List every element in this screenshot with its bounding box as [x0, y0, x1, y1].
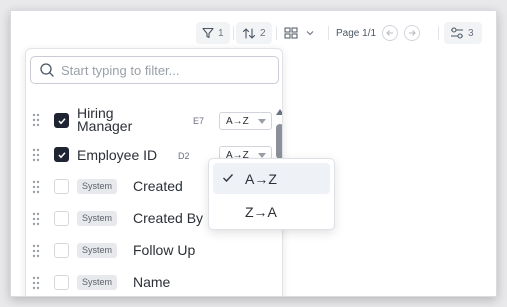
drag-handle-icon[interactable]	[32, 276, 40, 290]
filter-button[interactable]: 1	[196, 22, 230, 44]
drag-handle-icon[interactable]	[32, 180, 40, 194]
filter-count: 1	[218, 27, 224, 39]
sort-direction-value: A→Z	[226, 115, 249, 127]
drag-handle-icon[interactable]	[32, 113, 40, 127]
row-checkbox[interactable]	[54, 243, 69, 258]
chevron-down-icon	[306, 31, 314, 36]
sort-button[interactable]: 2	[236, 22, 272, 44]
filter-icon	[202, 27, 214, 39]
sliders-icon	[451, 27, 463, 39]
check-icon	[223, 174, 233, 182]
sort-icon	[242, 27, 256, 39]
divider	[276, 26, 277, 40]
column-code: E7	[193, 116, 205, 126]
scrollbar-thumb[interactable]	[276, 124, 282, 159]
divider	[438, 26, 439, 40]
grid-icon	[284, 27, 298, 39]
row-checkbox[interactable]	[54, 275, 69, 290]
scroll-up-icon[interactable]	[276, 109, 282, 115]
previous-page-button[interactable]	[382, 25, 399, 41]
row-checkbox[interactable]	[54, 179, 69, 194]
sort-row: Hiring Manager E7 A→Z	[26, 105, 272, 136]
row-checkbox[interactable]	[54, 113, 69, 128]
columns-count: 3	[468, 27, 474, 39]
column-code: D2	[178, 151, 190, 161]
row-label: Created	[133, 178, 183, 194]
sort-direction-menu: A→Z Z→A	[208, 158, 335, 230]
next-page-button[interactable]	[404, 25, 421, 41]
toolbar: 1 2 Page 1/1 3	[196, 22, 496, 44]
caret-down-icon	[258, 119, 266, 124]
check-icon	[57, 151, 66, 158]
sort-row: System Name	[26, 270, 266, 296]
pagination: Page 1/1	[336, 22, 436, 44]
menu-option-ascending[interactable]: A→Z	[213, 163, 330, 194]
row-label: Employee ID	[77, 147, 158, 163]
system-badge: System	[77, 179, 118, 194]
sort-direction-select[interactable]: A→Z	[219, 112, 272, 130]
search-icon	[40, 63, 54, 77]
app-window: 1 2 Page 1/1 3 Start typing to filter...…	[10, 10, 497, 297]
system-badge: System	[77, 243, 118, 258]
drag-handle-icon[interactable]	[32, 244, 40, 258]
row-label: Hiring Manager	[77, 105, 133, 134]
check-icon	[57, 117, 66, 124]
system-badge: System	[77, 275, 118, 290]
menu-option-descending[interactable]: Z→A	[213, 196, 330, 227]
row-label: Created By	[133, 210, 204, 226]
drag-handle-icon[interactable]	[32, 212, 40, 226]
system-badge: System	[77, 211, 118, 226]
row-label: Name	[133, 274, 171, 290]
divider	[328, 26, 329, 40]
row-checkbox[interactable]	[54, 211, 69, 226]
page-indicator: Page 1/1	[336, 27, 377, 39]
view-grid-button[interactable]	[284, 22, 324, 44]
sort-count: 2	[260, 27, 266, 39]
drag-handle-icon[interactable]	[32, 148, 40, 162]
divider	[233, 26, 234, 40]
sort-row: System Follow Up	[26, 238, 266, 264]
row-label: Follow Up	[133, 242, 196, 258]
row-checkbox[interactable]	[54, 147, 69, 162]
menu-option-label: Z→A	[245, 204, 277, 220]
filter-search[interactable]	[30, 56, 279, 84]
arrow-left-icon	[386, 30, 394, 36]
arrow-right-icon	[409, 30, 416, 36]
menu-option-label: A→Z	[245, 171, 277, 187]
search-input[interactable]	[61, 62, 271, 78]
columns-button[interactable]: 3	[444, 22, 482, 44]
